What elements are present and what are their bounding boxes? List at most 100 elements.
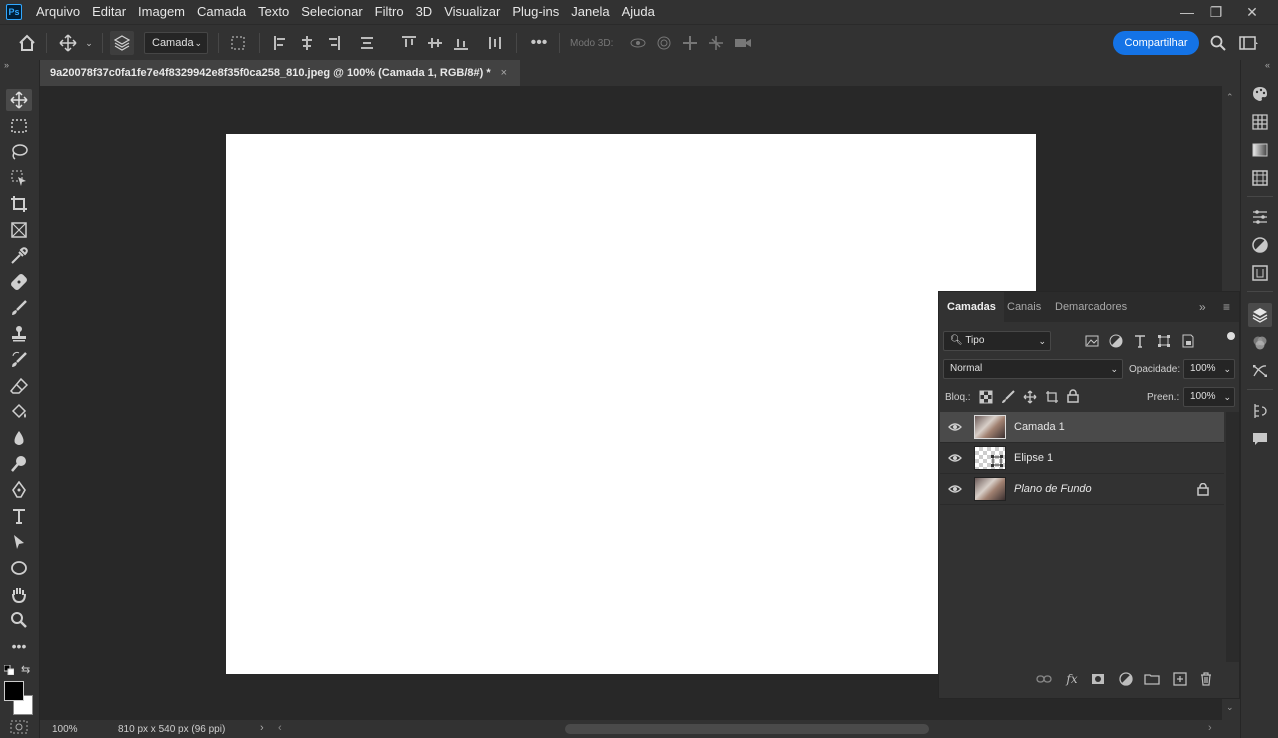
color-palette-icon[interactable] (1250, 84, 1270, 104)
menu-arquivo[interactable]: Arquivo (30, 0, 86, 24)
filter-pixel-icon[interactable] (1085, 334, 1099, 351)
status-menu-icon[interactable]: › (260, 722, 264, 734)
align-left-icon[interactable] (270, 31, 292, 55)
type-tool-icon[interactable] (6, 505, 32, 527)
eyedropper-tool-icon[interactable] (6, 245, 32, 267)
swatches-icon[interactable] (1250, 112, 1270, 132)
scroll-down-icon[interactable]: ⌄ (1226, 702, 1234, 713)
align-bottom-icon[interactable] (450, 31, 472, 55)
marquee-tool-icon[interactable] (6, 115, 32, 137)
filter-adjustment-icon[interactable] (1109, 334, 1123, 351)
adjustments-icon[interactable] (1250, 235, 1270, 255)
crop-tool-icon[interactable] (6, 193, 32, 215)
history-icon[interactable] (1250, 401, 1270, 421)
menu-visualizar[interactable]: Visualizar (438, 0, 506, 24)
properties-icon[interactable] (1250, 207, 1270, 227)
lasso-tool-icon[interactable] (6, 141, 32, 163)
pen-tool-icon[interactable] (6, 479, 32, 501)
pan-3d-icon[interactable] (680, 31, 700, 55)
collapse-toolbar-icon[interactable]: » (4, 60, 9, 70)
transform-controls-icon[interactable] (226, 31, 250, 55)
auto-select-icon[interactable] (110, 31, 134, 55)
expand-panel-icon[interactable]: » (1199, 292, 1206, 322)
lock-pixels-icon[interactable] (1001, 390, 1015, 407)
move-tool-icon[interactable] (6, 89, 32, 111)
more-tools-icon[interactable]: ••• (6, 635, 32, 657)
menu-ajuda[interactable]: Ajuda (616, 0, 661, 24)
ellipse-tool-icon[interactable] (6, 557, 32, 579)
layer-row-plano-de-fundo[interactable]: Plano de Fundo (940, 474, 1224, 505)
menu-texto[interactable]: Texto (252, 0, 295, 24)
align-right-icon[interactable] (322, 31, 344, 55)
libraries-icon[interactable] (1250, 263, 1270, 283)
share-button[interactable]: Compartilhar (1113, 31, 1199, 55)
horizontal-scroll-thumb[interactable] (565, 724, 929, 734)
menu-imagem[interactable]: Imagem (132, 0, 191, 24)
healing-brush-tool-icon[interactable] (6, 271, 32, 293)
blend-mode-select[interactable]: Normal ⌄ (943, 359, 1123, 379)
paths-icon[interactable] (1250, 361, 1270, 381)
eraser-tool-icon[interactable] (6, 375, 32, 397)
visibility-eye-icon[interactable] (948, 420, 962, 434)
menu-janela[interactable]: Janela (565, 0, 615, 24)
filter-smart-object-icon[interactable] (1181, 334, 1195, 351)
visibility-eye-icon[interactable] (948, 482, 962, 496)
fx-icon[interactable]: fx (1063, 670, 1081, 688)
close-window-button[interactable]: ✕ (1237, 0, 1267, 24)
gradients-icon[interactable] (1250, 140, 1270, 160)
layers-panel-icon[interactable] (1248, 303, 1272, 327)
menu-3d[interactable]: 3D (410, 0, 439, 24)
new-layer-icon[interactable] (1171, 670, 1189, 688)
menu-selecionar[interactable]: Selecionar (295, 0, 368, 24)
menu-editar[interactable]: Editar (86, 0, 132, 24)
foreground-color-swatch[interactable] (4, 681, 24, 701)
layer-row-camada-1[interactable]: Camada 1 (940, 412, 1224, 443)
hand-tool-icon[interactable] (6, 583, 32, 605)
chevron-down-icon[interactable]: ⌄ (82, 31, 96, 55)
home-icon[interactable] (15, 31, 39, 55)
distribute-vertical-icon[interactable] (484, 31, 506, 55)
patterns-icon[interactable] (1250, 168, 1270, 188)
new-group-icon[interactable] (1143, 670, 1161, 688)
search-icon[interactable] (1207, 31, 1229, 55)
move-tool-icon[interactable] (56, 31, 80, 55)
scroll-left-icon[interactable]: ‹ (278, 722, 282, 734)
layer-row-elipse-1[interactable]: Elipse 1 (940, 443, 1224, 474)
layers-scrollbar[interactable] (1226, 412, 1239, 662)
lock-all-icon[interactable] (1067, 389, 1079, 406)
channels-icon[interactable] (1250, 333, 1270, 353)
minimize-button[interactable]: — (1172, 0, 1202, 24)
auto-select-target-select[interactable]: Camada ⌄ (144, 32, 208, 54)
restore-button[interactable]: ❐ (1201, 0, 1231, 24)
workspace-icon[interactable] (1236, 31, 1262, 55)
quick-mask-icon[interactable] (10, 720, 28, 737)
close-document-icon[interactable]: × (501, 67, 507, 79)
delete-layer-icon[interactable] (1197, 670, 1215, 688)
more-options-icon[interactable]: ••• (526, 31, 552, 55)
align-top-icon[interactable] (398, 31, 420, 55)
lock-position-icon[interactable] (1023, 390, 1037, 407)
panel-menu-icon[interactable]: ≡ (1223, 292, 1230, 322)
zoom-level[interactable]: 100% (52, 724, 78, 735)
visibility-eye-icon[interactable] (948, 451, 962, 465)
default-colors-icon[interactable] (3, 664, 15, 676)
menu-camada[interactable]: Camada (191, 0, 252, 24)
brush-tool-icon[interactable] (6, 297, 32, 319)
object-selection-tool-icon[interactable] (6, 167, 32, 189)
path-selection-tool-icon[interactable] (6, 531, 32, 553)
zoom-tool-icon[interactable] (6, 609, 32, 631)
filter-type-icon[interactable] (1133, 334, 1147, 351)
layer-name[interactable]: Camada 1 (1014, 421, 1065, 433)
swap-colors-icon[interactable]: ⇆ (21, 663, 30, 676)
new-adjustment-icon[interactable] (1117, 670, 1135, 688)
filter-shape-icon[interactable] (1157, 334, 1171, 351)
fill-input[interactable]: 100% ⌄ (1183, 387, 1235, 407)
scroll-up-icon[interactable]: ⌃ (1226, 92, 1234, 103)
layer-name[interactable]: Plano de Fundo (1014, 483, 1092, 495)
orbit-3d-icon[interactable] (628, 31, 648, 55)
add-mask-icon[interactable] (1089, 670, 1107, 688)
dodge-tool-icon[interactable] (6, 453, 32, 475)
document-canvas[interactable] (226, 134, 1036, 674)
stamp-tool-icon[interactable] (6, 323, 32, 345)
camera-3d-icon[interactable] (732, 31, 754, 55)
